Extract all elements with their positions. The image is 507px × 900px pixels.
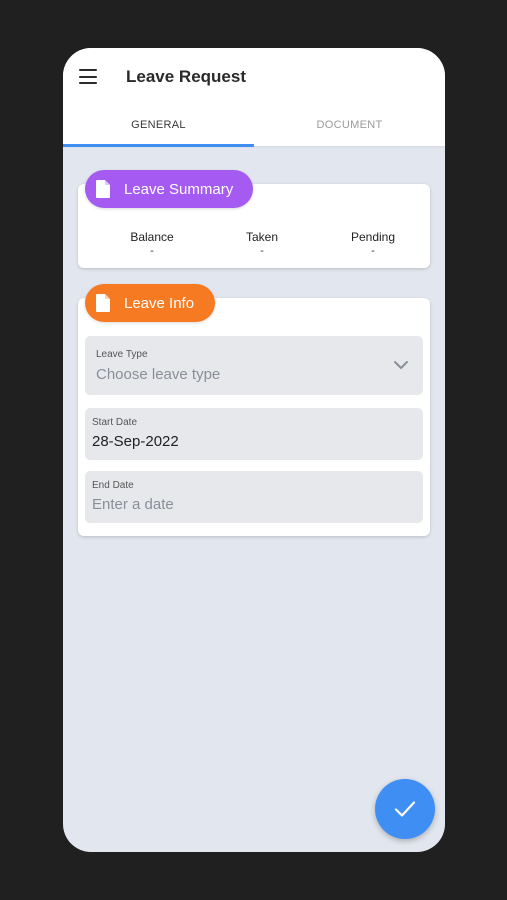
stat-pending: Pending - xyxy=(323,230,423,257)
check-icon xyxy=(394,801,416,817)
stat-balance-label: Balance xyxy=(130,230,174,244)
leave-info-header: Leave Info xyxy=(85,284,215,322)
document-icon xyxy=(96,180,110,198)
leave-type-label: Leave Type xyxy=(96,349,148,360)
stat-balance-value: - xyxy=(150,245,154,257)
leave-type-placeholder: Choose leave type xyxy=(96,366,221,383)
tab-document[interactable]: DOCUMENT xyxy=(254,119,445,131)
active-tab-indicator xyxy=(63,144,254,147)
leave-info-title: Leave Info xyxy=(124,294,195,312)
submit-button[interactable] xyxy=(375,779,435,839)
start-date-field[interactable]: Start Date 28-Sep-2022 xyxy=(85,408,423,460)
start-date-label: Start Date xyxy=(92,417,138,428)
phone-screen: Leave Request GENERAL DOCUMENT Balance -… xyxy=(63,48,445,852)
leave-summary-header: Leave Summary xyxy=(85,170,253,208)
leave-type-select[interactable]: Leave Type Choose leave type xyxy=(85,336,423,395)
menu-icon[interactable] xyxy=(79,69,97,85)
end-date-field[interactable]: End Date Enter a date xyxy=(85,471,423,523)
end-date-placeholder: Enter a date xyxy=(92,496,174,513)
tab-general[interactable]: GENERAL xyxy=(63,119,254,131)
stat-taken-label: Taken xyxy=(245,230,279,244)
document-icon xyxy=(96,294,110,312)
leave-info-card: Leave Type Choose leave type Start Date … xyxy=(78,298,430,536)
leave-summary-title: Leave Summary xyxy=(124,180,234,198)
stat-taken: Taken - xyxy=(212,230,312,257)
stat-balance: Balance - xyxy=(102,230,202,257)
chevron-down-icon[interactable] xyxy=(393,359,409,371)
end-date-label: End Date xyxy=(92,480,134,491)
app-bar: Leave Request GENERAL DOCUMENT xyxy=(63,48,445,147)
stat-pending-value: - xyxy=(371,245,375,257)
start-date-value: 28-Sep-2022 xyxy=(92,433,179,450)
stat-pending-label: Pending xyxy=(350,230,396,244)
stat-taken-value: - xyxy=(260,245,264,257)
page-title: Leave Request xyxy=(126,67,246,86)
